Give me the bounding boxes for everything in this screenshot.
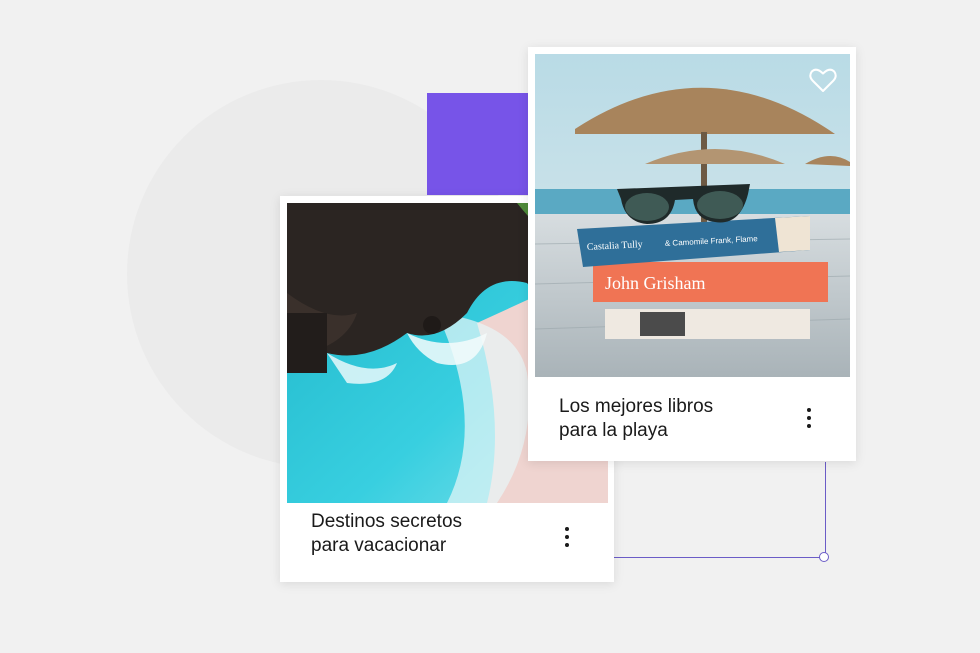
dot-icon bbox=[807, 424, 811, 428]
dot-icon bbox=[807, 408, 811, 412]
book-spine-grisham: John Grisham bbox=[605, 273, 706, 293]
beach-books-image: John Grisham Castalia Tully & Camomile F… bbox=[535, 54, 850, 377]
card-title: Los mejores libros para la playa bbox=[559, 396, 714, 441]
accent-square bbox=[427, 93, 530, 195]
dot-icon bbox=[565, 535, 569, 539]
dot-icon bbox=[807, 416, 811, 420]
favorite-heart-button[interactable] bbox=[809, 67, 837, 93]
card-title: Destinos secretos para vacacionar bbox=[311, 511, 463, 556]
more-options-button[interactable] bbox=[799, 403, 819, 433]
heart-icon bbox=[809, 68, 837, 92]
dot-icon bbox=[565, 527, 569, 531]
connector-line bbox=[612, 462, 826, 558]
post-card-libros[interactable]: John Grisham Castalia Tully & Camomile F… bbox=[528, 47, 856, 461]
more-options-button[interactable] bbox=[557, 522, 577, 552]
connector-handle[interactable] bbox=[819, 552, 829, 562]
dot-icon bbox=[565, 543, 569, 547]
